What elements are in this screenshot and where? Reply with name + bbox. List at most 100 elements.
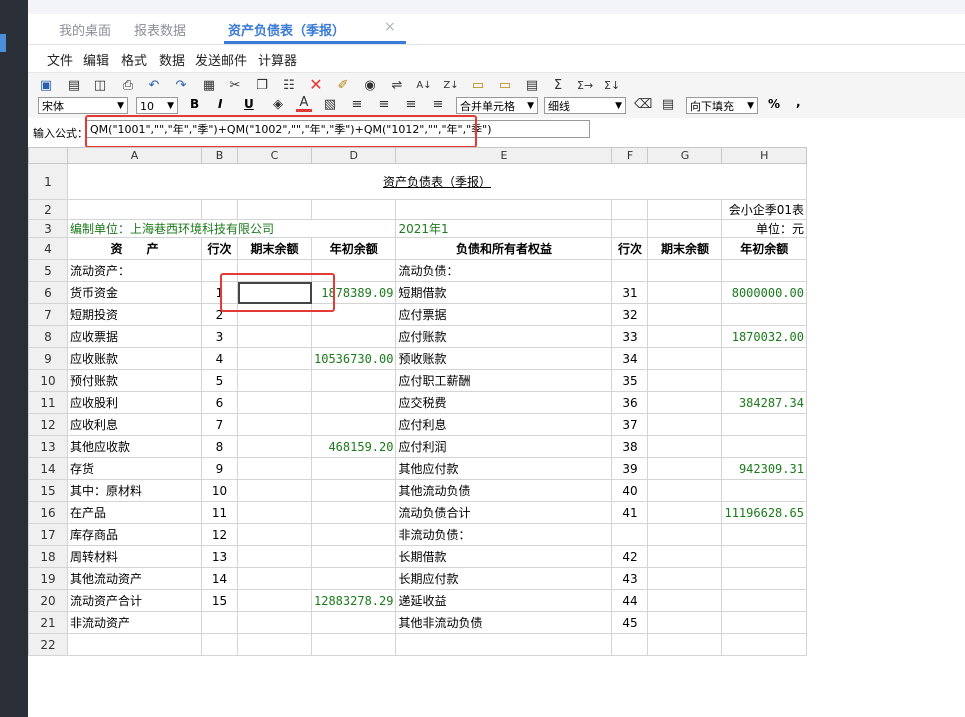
cell-h[interactable]: 942309.31 [721,457,807,480]
cell-b[interactable]: 3 [201,325,238,348]
cell-d[interactable] [310,633,397,656]
cell-d[interactable] [310,501,397,524]
save-icon[interactable]: ▣ [38,78,54,94]
cell-c[interactable] [237,281,312,304]
cell-e[interactable]: 长期应付款 [395,567,613,590]
cell-h[interactable]: 1870032.00 [721,325,807,348]
menu-format[interactable]: 格式 [121,50,147,69]
format-brush-icon[interactable]: ✐ [335,78,351,94]
cell-f[interactable]: 39 [611,457,649,480]
cell-h[interactable] [721,435,807,458]
sheet-icon[interactable]: ▤ [524,78,540,94]
cell-d[interactable] [310,391,397,414]
cell[interactable] [611,219,649,238]
undo-icon[interactable]: ↶ [146,78,162,94]
form-code[interactable]: 会小企季01表 [721,199,807,220]
font-color-icon[interactable]: A [296,96,312,112]
cell-c[interactable] [237,479,312,502]
menu-file[interactable]: 文件 [47,50,73,69]
redo-icon[interactable]: ↷ [173,78,189,94]
cell-c[interactable] [237,633,312,656]
cell-b[interactable] [201,259,238,282]
cell-a[interactable]: 应收股利 [67,391,202,414]
header-liabilities-equity[interactable]: 负债和所有者权益 [395,237,613,260]
cell-e[interactable]: 其他应付款 [395,457,613,480]
cell-a[interactable] [67,633,202,656]
cell-f[interactable]: 45 [611,611,649,634]
cell-h[interactable] [721,479,807,502]
cell-e[interactable]: 应付利息 [395,413,613,436]
menu-send-email[interactable]: 发送邮件 [195,50,247,69]
corner-cell[interactable] [28,147,68,164]
cell-e[interactable]: 预收账款 [395,347,613,370]
cell-b[interactable]: 2 [201,303,238,326]
cell-d[interactable] [310,611,397,634]
cell-f[interactable]: 32 [611,303,649,326]
cell-c[interactable] [237,589,312,612]
cell-a[interactable]: 其他应收款 [67,435,202,458]
cell-b[interactable]: 5 [201,369,238,392]
cell-c[interactable] [237,501,312,524]
print-preview-icon[interactable]: ◫ [92,78,108,94]
row-header[interactable]: 9 [28,347,68,370]
font-size-select[interactable]: 10 ▼ [136,97,178,114]
row-header[interactable]: 7 [28,303,68,326]
align-right-icon[interactable]: ≡ [403,97,419,113]
cell-b[interactable]: 1 [201,281,238,304]
cell[interactable] [647,199,723,220]
cell-f[interactable]: 36 [611,391,649,414]
cell-e[interactable]: 长期借款 [395,545,613,568]
header-line-no[interactable]: 行次 [201,237,238,260]
cell-e[interactable]: 流动负债合计 [395,501,613,524]
cell-e[interactable]: 其他流动负债 [395,479,613,502]
cell[interactable] [611,199,649,220]
cell-c[interactable] [237,567,312,590]
cell-e[interactable]: 短期借款 [395,281,613,304]
insert-column-icon[interactable]: ▭ [497,78,513,94]
cell-e[interactable]: 其他非流动负债 [395,611,613,634]
cell-g[interactable] [647,501,723,524]
row-header[interactable]: 5 [28,259,68,282]
cell-d[interactable]: 468159.20 [310,435,397,458]
header-line-no[interactable]: 行次 [611,237,649,260]
cell-d[interactable]: 10536730.00 [310,347,397,370]
cell-b[interactable] [201,611,238,634]
cell-f[interactable]: 40 [611,479,649,502]
cell-g[interactable] [647,413,723,436]
tab-desktop[interactable]: 我的桌面 [59,20,111,39]
column-header[interactable]: F [611,147,649,164]
column-header[interactable]: D [310,147,397,164]
highlight-icon[interactable]: ▧ [322,97,338,113]
cell-e[interactable]: 应付票据 [395,303,613,326]
save-as-icon[interactable]: ▤ [66,78,82,94]
column-header[interactable]: C [237,147,312,164]
row-header[interactable]: 4 [28,237,68,260]
paste-icon[interactable]: ☷ [281,78,297,94]
cell-c[interactable] [237,347,312,370]
cell-d[interactable] [310,259,397,282]
cell-f[interactable]: 43 [611,567,649,590]
header-opening-balance[interactable]: 年初余额 [310,237,397,260]
row-header[interactable]: 16 [28,501,68,524]
cell-h[interactable] [721,633,807,656]
column-header[interactable]: B [201,147,238,164]
eraser-icon[interactable]: ⌫ [634,97,652,113]
cell-h[interactable] [721,369,807,392]
cell-a[interactable]: 在产品 [67,501,202,524]
cell-f[interactable]: 35 [611,369,649,392]
cell-d[interactable] [310,303,397,326]
column-header[interactable]: H [721,147,807,164]
cell-f[interactable] [611,259,649,282]
row-header[interactable]: 13 [28,435,68,458]
cell-d[interactable] [310,523,397,546]
cell-d[interactable]: 12883278.29 [310,589,397,612]
cell-d[interactable] [310,325,397,348]
sort-asc-icon[interactable]: A↓ [416,78,432,94]
fill-color-icon[interactable]: ◈ [270,97,286,113]
cell-f[interactable] [611,523,649,546]
cell-b[interactable]: 8 [201,435,238,458]
header-ending-balance[interactable]: 期末余额 [647,237,723,260]
cell-h[interactable] [721,303,807,326]
italic-button[interactable]: I [218,97,222,111]
cell-format-icon[interactable]: ▤ [660,97,676,113]
